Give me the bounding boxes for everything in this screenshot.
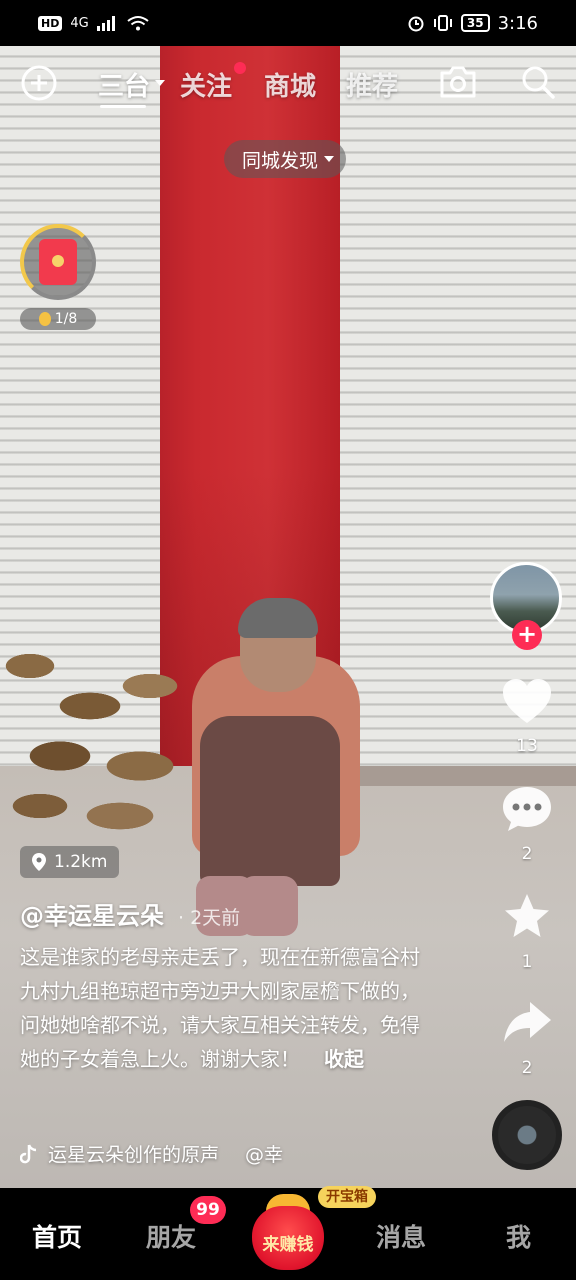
author-name[interactable]: @幸运星云朵	[20, 896, 164, 931]
like-button[interactable]: 13	[496, 676, 558, 756]
comment-icon	[503, 787, 551, 831]
tab-following[interactable]: 关注	[180, 66, 232, 103]
music-title: 运星云朵创作的原声	[48, 1144, 220, 1166]
clock: 3:16	[497, 12, 538, 34]
nav-me[interactable]: 我	[506, 1218, 531, 1254]
vibrate-icon	[433, 15, 452, 31]
network-type: 4G	[70, 15, 89, 31]
share-count: 2	[521, 1058, 533, 1078]
bottom-navigation: 首页 朋友 99 来赚钱 开宝箱 消息 我	[0, 1186, 576, 1280]
red-packet-widget[interactable]	[20, 224, 96, 300]
earn-label: 来赚钱	[262, 1235, 314, 1255]
location-chip[interactable]: 1.2km	[20, 846, 120, 878]
gold-coin-icon	[38, 312, 51, 326]
follow-button[interactable]: +	[512, 620, 542, 650]
signal-icon	[96, 16, 115, 31]
red-packet-progress-text: 1/8	[54, 311, 78, 327]
heart-icon	[503, 679, 551, 723]
distance-text: 1.2km	[54, 852, 108, 872]
tab-mall[interactable]: 商城	[264, 66, 316, 103]
location-pin-icon	[32, 853, 46, 871]
author-line: @幸运星云朵 · 2天前	[20, 896, 240, 931]
star-icon	[505, 894, 549, 937]
battery-level: 35	[460, 14, 490, 32]
comment-count: 2	[521, 844, 533, 864]
ledge	[330, 766, 576, 786]
share-arrow-icon	[504, 1002, 551, 1042]
red-packet-progress: 1/8	[20, 308, 96, 330]
city-discover-filter[interactable]: 同城发现	[224, 140, 347, 178]
favorite-button[interactable]: 1	[496, 892, 558, 972]
person-legs	[200, 716, 340, 886]
red-envelope-icon	[39, 239, 77, 285]
top-navigation: 三台 关注 商城 推荐	[0, 56, 576, 112]
favorite-count: 1	[521, 952, 533, 972]
dry-leaves-pile	[0, 586, 210, 836]
chevron-down-icon	[155, 80, 165, 86]
wifi-icon	[127, 16, 149, 31]
like-count: 13	[516, 736, 538, 756]
status-bar: HD 4G 35 3:16	[0, 0, 576, 46]
add-circle-icon[interactable]	[20, 64, 58, 102]
hd-indicator: HD	[38, 15, 63, 31]
friends-badge: 99	[190, 1196, 226, 1224]
chevron-down-icon	[324, 156, 335, 162]
search-icon[interactable]	[520, 64, 556, 100]
tab-local-city[interactable]: 三台	[98, 66, 150, 103]
comment-button[interactable]: 2	[496, 784, 558, 864]
camera-icon[interactable]	[438, 64, 478, 100]
active-tab-indicator	[100, 105, 146, 108]
tab-recommended[interactable]: 推荐	[346, 66, 398, 103]
person-shoe-right	[240, 876, 298, 936]
rolling-shutter-right	[330, 46, 576, 786]
city-filter-label: 同城发现	[242, 149, 319, 172]
music-note-icon	[20, 1144, 37, 1163]
earn-money-button[interactable]: 来赚钱	[252, 1192, 324, 1272]
music-disc-icon[interactable]	[492, 1100, 562, 1170]
collapse-caption-button[interactable]: 收起	[324, 1047, 364, 1071]
nav-friends[interactable]: 朋友	[146, 1218, 196, 1254]
following-notification-dot	[234, 62, 246, 74]
music-author: @幸	[245, 1144, 284, 1166]
open-treasure-tag[interactable]: 开宝箱	[318, 1186, 376, 1208]
share-button[interactable]: 2	[496, 998, 558, 1078]
post-time: · 2天前	[178, 907, 241, 929]
music-info[interactable]: 运星云朵创作的原声 @幸	[20, 1140, 283, 1167]
alarm-icon	[408, 16, 424, 32]
nav-messages[interactable]: 消息	[376, 1218, 426, 1254]
nav-home[interactable]: 首页	[32, 1218, 82, 1254]
post-caption: 这是谁家的老母亲走丢了，现在在新德富谷村九村九组艳琼超市旁边尹大刚家屋檐下做的，…	[20, 940, 420, 1076]
